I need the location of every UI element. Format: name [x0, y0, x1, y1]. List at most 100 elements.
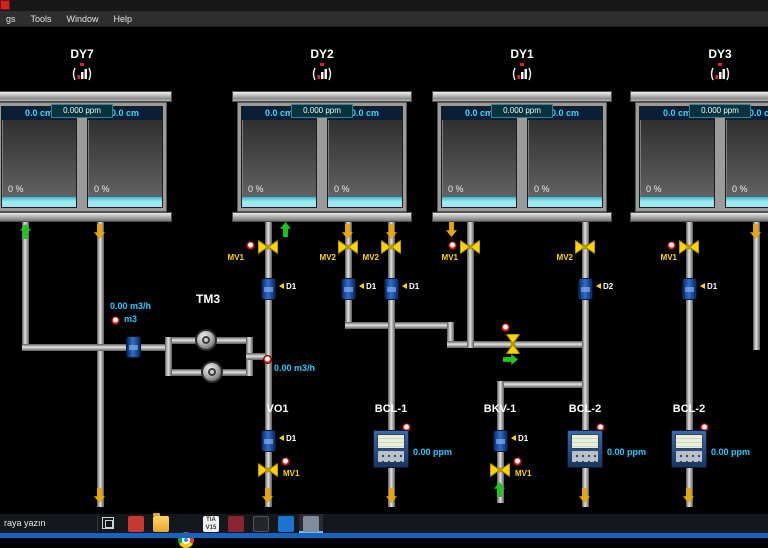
menu-item-settings[interactable]: gs [6, 14, 16, 24]
taskbar-app-icon-dark[interactable] [253, 516, 269, 532]
tank-title: DY1 [510, 47, 534, 61]
taskbar-app-icon-maroon[interactable] [228, 516, 244, 532]
flow-meter-d1[interactable] [341, 278, 356, 300]
tank-body[interactable]: 0.0 cm 0 % 0.0 cm 0 % 0.000 ppm [437, 102, 607, 212]
tank-window-left: 0.0 cm 0 % [1, 106, 77, 208]
analyzer-screen [377, 434, 405, 449]
valve-mv2-dy2[interactable] [337, 239, 359, 255]
valve-mv1-dy2[interactable] [257, 239, 279, 255]
tank-top-cap [0, 91, 172, 102]
analyzer-keypad [572, 451, 598, 462]
tank-window-left: 0.0 cm 0 % [241, 106, 317, 208]
analyzer-bcl2b[interactable] [671, 430, 707, 468]
tia-portal-icon[interactable]: TIA V15 [203, 516, 219, 532]
flow-meter-d1[interactable] [261, 278, 276, 300]
tank-body[interactable]: 0.0 cm 0 % 0.0 cm 0 % 0.000 ppm [237, 102, 407, 212]
flow-meter-d2[interactable] [578, 278, 593, 300]
pipe [22, 344, 170, 351]
meter-label: D1 [279, 282, 296, 291]
tank-window-right: 0.0 cm 0 % [725, 106, 768, 208]
flow-value: 0.00 m3/h [110, 301, 152, 311]
alarm-indicator-icon [246, 241, 255, 250]
percent-display: 0 % [334, 184, 350, 194]
station-label-bcl2: BCL-2 [568, 403, 602, 415]
task-view-icon[interactable] [102, 517, 114, 529]
flow-meter-tm3-inlet[interactable] [126, 336, 141, 358]
meter-label: D1 [359, 282, 376, 291]
alarm-indicator-icon [667, 241, 676, 250]
signal-alarm-icon [70, 63, 94, 86]
flow-unit-tag: m3 [124, 314, 138, 324]
percent-display: 0 % [94, 184, 110, 194]
analyzer-bcl1[interactable] [373, 430, 409, 468]
flow-meter-d1[interactable] [682, 278, 697, 300]
ppm-display: 0.000 ppm [689, 104, 751, 118]
analyzer-screen [675, 434, 703, 449]
tank-bottom-cap [0, 212, 172, 222]
tank-bottom-cap [232, 212, 412, 222]
menu-item-window[interactable]: Window [67, 14, 99, 24]
tank-window-left: 0.0 cm 0 % [639, 106, 715, 208]
tank-title: DY7 [70, 47, 94, 61]
signal-alarm-icon [510, 63, 534, 86]
signal-alarm-icon [310, 63, 334, 86]
tank-window-right: 0.0 cm 0 % [327, 106, 403, 208]
percent-display: 0 % [732, 184, 748, 194]
flow-meter-d1[interactable] [384, 278, 399, 300]
meter-label: D1 [279, 434, 296, 443]
flow-arrow-down-icon [446, 222, 457, 237]
valve-mv1-dy1[interactable] [459, 239, 481, 255]
taskbar-search[interactable]: raya yazın [4, 514, 46, 533]
pipe [753, 222, 760, 350]
liquid-level [442, 196, 516, 207]
analyzer-bcl2[interactable] [567, 430, 603, 468]
valve-label: MV1 [283, 469, 300, 478]
tank-window-left: 0.0 cm 0 % [441, 106, 517, 208]
valve-mv1-dy3[interactable] [678, 239, 700, 255]
window-titlebar [0, 0, 768, 11]
flow-meter-d1-bkv1[interactable] [493, 430, 508, 452]
pipe [97, 222, 104, 507]
taskbar-app-icon-red[interactable] [128, 516, 144, 532]
tank-window-right: 0.0 cm 0 % [87, 106, 163, 208]
pump-icon[interactable] [201, 361, 223, 383]
pump-icon[interactable] [195, 329, 217, 351]
analyzer-keypad [676, 451, 702, 462]
meter-label: D1 [402, 282, 419, 291]
station-label-bcl2: BCL-2 [672, 403, 706, 415]
file-explorer-icon[interactable] [153, 513, 169, 532]
flow-meter-d1-vo1[interactable] [261, 430, 276, 452]
valve-mv1-vo1[interactable] [257, 462, 279, 478]
valve-line[interactable] [505, 333, 521, 355]
alarm-indicator-icon [501, 323, 510, 332]
alarm-indicator-icon [111, 316, 120, 325]
liquid-level [328, 196, 402, 207]
app-icon [0, 0, 10, 10]
meter-label: D1 [511, 434, 528, 443]
percent-display: 0 % [8, 184, 24, 194]
station-label-vo1: VO1 [266, 403, 289, 415]
analyzer-value: 0.00 ppm [607, 447, 647, 457]
menu-item-tools[interactable]: Tools [31, 14, 52, 24]
flow-arrow-up-icon [280, 222, 291, 237]
valve-mv1-bkv1[interactable] [489, 462, 511, 478]
pipe [497, 381, 582, 388]
valve-label: MV2 [556, 253, 573, 262]
analyzer-screen [571, 434, 599, 449]
valve-label: MV1 [660, 253, 677, 262]
taskbar-app-icon-blue[interactable] [278, 516, 294, 532]
divider [97, 516, 98, 531]
taskbar: raya yazın TIA V15 [0, 513, 768, 548]
valve-label: MV1 [515, 469, 532, 478]
menu-item-help[interactable]: Help [114, 14, 133, 24]
tank-body[interactable]: 0.0 cm 0 % 0.0 cm 0 % 0.000 ppm [635, 102, 768, 212]
liquid-level [242, 196, 316, 207]
tank-bottom-cap [432, 212, 612, 222]
valve-mv2-dy1[interactable] [574, 239, 596, 255]
tank-body[interactable]: 0.0 cm 0 % 0.0 cm 0 % 0.000 ppm [0, 102, 167, 212]
scada-runtime-icon[interactable] [303, 516, 319, 532]
valve-label: MV2 [319, 253, 336, 262]
pipe [165, 337, 172, 376]
pipe [345, 322, 450, 329]
valve-mv2b-dy2[interactable] [380, 239, 402, 255]
